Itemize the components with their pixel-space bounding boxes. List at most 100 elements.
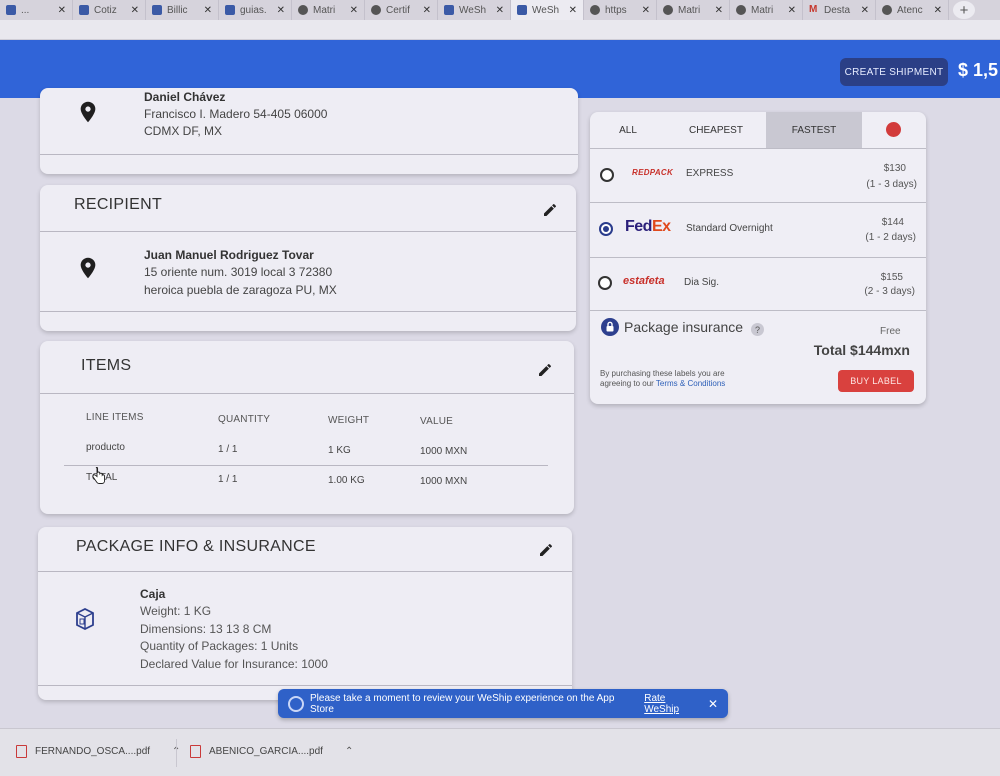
browser-tab[interactable]: https ✕: [584, 0, 657, 20]
tab-close-icon[interactable]: ✕: [131, 5, 139, 16]
new-tab-button[interactable]: +: [953, 1, 975, 19]
recipient-card: RECIPIENT Juan Manuel Rodriguez Tovar 15…: [40, 185, 576, 331]
buy-label-button[interactable]: BUY LABEL: [838, 370, 914, 392]
edit-package-pencil-icon[interactable]: [538, 542, 554, 558]
card-divider: [40, 393, 574, 394]
browser-tab[interactable]: Atenc ✕: [876, 0, 949, 20]
card-divider: [40, 231, 576, 232]
browser-tab[interactable]: Matri ✕: [730, 0, 803, 20]
browser-tab[interactable]: M Desta ✕: [803, 0, 876, 20]
tab-close-icon[interactable]: ✕: [715, 5, 723, 16]
estafeta-logo: estafeta: [623, 275, 665, 287]
column-header-line-items: LINE ITEMS: [86, 412, 144, 423]
item-weight-cell: 1 KG: [328, 445, 351, 456]
tab-close-icon[interactable]: ✕: [934, 5, 942, 16]
insurance-price: Free: [880, 326, 901, 337]
chevron-up-icon[interactable]: ⌃: [345, 746, 353, 757]
tab-close-icon[interactable]: ✕: [861, 5, 869, 16]
rates-divider: [590, 257, 926, 258]
rate-radio-fedex[interactable]: [599, 222, 613, 236]
tab-close-icon[interactable]: ✕: [277, 5, 285, 16]
total-value-cell: 1000 MXN: [420, 476, 468, 487]
sender-address-line1: Francisco I. Madero 54-405 06000: [144, 107, 328, 121]
tab-close-icon[interactable]: ✕: [204, 5, 212, 16]
rate-radio-estafeta[interactable]: [598, 276, 612, 290]
recipient-name: Juan Manuel Rodriguez Tovar: [144, 248, 314, 262]
rates-tab-all[interactable]: ALL: [590, 112, 666, 148]
rate-radio-redpack[interactable]: [600, 168, 614, 182]
item-name-cell: producto: [86, 442, 125, 453]
rate-price-fedex: $144: [881, 217, 904, 228]
column-header-value: VALUE: [420, 416, 454, 427]
package-insurance-label: Package insurance: [624, 319, 744, 335]
rates-divider: [590, 148, 926, 149]
rate-eta-redpack: (1 - 3 days): [866, 179, 917, 190]
divider: [176, 739, 177, 767]
tab-favicon: [517, 5, 527, 15]
item-value-cell: 1000 MXN: [420, 446, 468, 457]
tab-close-icon[interactable]: ✕: [350, 5, 358, 16]
browser-tab[interactable]: ... ✕: [0, 0, 73, 20]
terms-link[interactable]: Terms & Conditions: [656, 379, 725, 388]
rate-price-redpack: $130: [883, 163, 906, 174]
rate-service-redpack: EXPRESS: [686, 168, 734, 179]
package-quantity: Quantity of Packages: 1 Units: [140, 639, 299, 653]
rate-eta-fedex: (1 - 2 days): [865, 232, 916, 243]
package-weight: Weight: 1 KG: [140, 604, 212, 618]
edit-items-pencil-icon[interactable]: [537, 362, 553, 378]
tab-favicon: [882, 5, 892, 15]
help-icon[interactable]: ?: [751, 323, 764, 336]
tab-favicon: [225, 5, 235, 15]
location-pin-icon: [80, 257, 96, 279]
browser-tab[interactable]: Certif ✕: [365, 0, 438, 20]
browser-tab-active[interactable]: WeSh ✕: [511, 0, 584, 20]
browser-tab[interactable]: Cotiz ✕: [73, 0, 146, 20]
download-filename: FERNANDO_OSCA....pdf: [35, 746, 151, 757]
browser-tab[interactable]: Matri ✕: [657, 0, 730, 20]
create-shipment-button[interactable]: CREATE SHIPMENT: [840, 58, 948, 86]
package-info-title: PACKAGE INFO & INSURANCE: [76, 538, 316, 555]
items-title: ITEMS: [81, 357, 132, 374]
rates-tab-cheapest[interactable]: CHEAPEST: [666, 112, 766, 148]
rates-tab-fastest[interactable]: FASTEST: [766, 112, 862, 148]
close-icon[interactable]: ✕: [708, 697, 718, 711]
browser-toolbar: [0, 20, 1000, 40]
tab-close-icon[interactable]: ✕: [58, 5, 66, 16]
tab-favicon: [371, 5, 381, 15]
lock-icon: [601, 318, 619, 336]
browser-tab[interactable]: Matri ✕: [292, 0, 365, 20]
tab-close-icon[interactable]: ✕: [569, 5, 577, 16]
tab-favicon: [79, 5, 89, 15]
download-item[interactable]: FERNANDO_OSCA....pdf ⌃: [16, 745, 180, 758]
edit-recipient-pencil-icon[interactable]: [542, 202, 558, 218]
rate-service-estafeta: Dia Sig.: [684, 277, 720, 288]
package-dimensions: Dimensions: 13 13 8 CM: [140, 622, 272, 636]
browser-tab[interactable]: WeSh ✕: [438, 0, 511, 20]
rate-service-fedex: Standard Overnight: [686, 223, 773, 234]
recipient-title: RECIPIENT: [74, 196, 163, 213]
package-declared-value: Declared Value for Insurance: 1000: [140, 657, 328, 671]
pdf-icon: [190, 745, 201, 758]
tab-close-icon[interactable]: ✕: [788, 5, 796, 16]
tab-close-icon[interactable]: ✕: [423, 5, 431, 16]
sender-name: Daniel Chávez: [144, 90, 226, 104]
card-divider: [38, 571, 572, 572]
card-divider: [40, 311, 576, 312]
rates-divider: [590, 310, 926, 311]
download-bar: FERNANDO_OSCA....pdf ⌃ ABENICO_GARCIA...…: [0, 728, 1000, 776]
package-info-card: PACKAGE INFO & INSURANCE Caja Weight: 1 …: [38, 527, 572, 700]
card-divider: [40, 154, 578, 155]
download-item[interactable]: ABENICO_GARCIA....pdf ⌃: [190, 745, 353, 758]
browser-tab[interactable]: Billic ✕: [146, 0, 219, 20]
tab-close-icon[interactable]: ✕: [642, 5, 650, 16]
download-filename: ABENICO_GARCIA....pdf: [209, 746, 323, 757]
alert-icon[interactable]: [886, 122, 901, 137]
sender-card: Daniel Chávez Francisco I. Madero 54-405…: [40, 88, 578, 174]
tab-close-icon[interactable]: ✕: [496, 5, 504, 16]
toast-message: Please take a moment to review your WeSh…: [310, 692, 615, 715]
total-quantity-cell: 1 / 1: [218, 474, 238, 485]
rate-weship-link[interactable]: Rate WeShip: [644, 693, 702, 715]
browser-tab[interactable]: guias. ✕: [219, 0, 292, 20]
total-price: Total $144mxn: [813, 342, 910, 358]
recipient-address-line2: heroica puebla de zaragoza PU, MX: [144, 283, 337, 297]
